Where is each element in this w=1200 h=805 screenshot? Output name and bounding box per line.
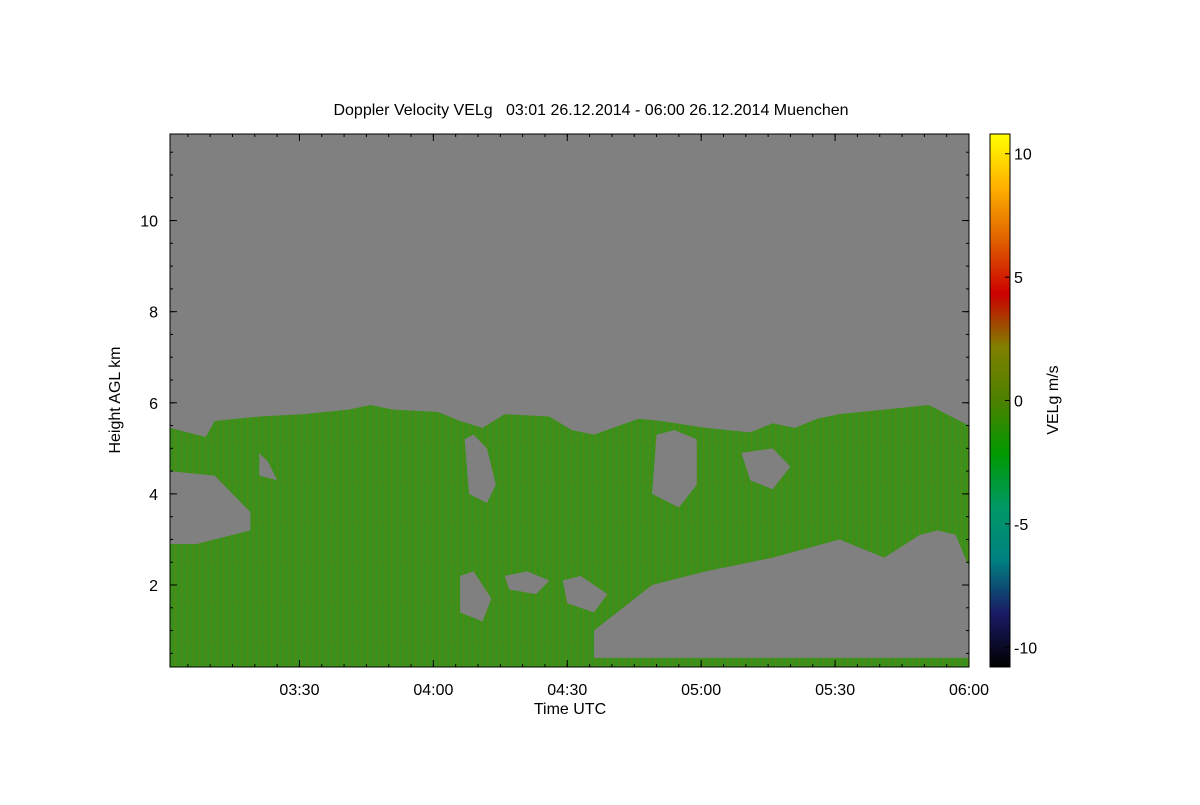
x-tick-label: 04:30	[547, 682, 587, 699]
y-tick-label: 10	[140, 214, 158, 231]
x-axis-label: Time UTC	[534, 701, 606, 718]
colorbar-label: VELg m/s	[1045, 365, 1062, 434]
chart-title: Doppler Velocity VELg 03:01 26.12.2014 -…	[333, 102, 848, 119]
x-tick-label: 06:00	[949, 682, 989, 699]
chart-root: Doppler Velocity VELg 03:01 26.12.2014 -…	[0, 0, 1200, 800]
colorbar-tick-label: -5	[1014, 517, 1028, 534]
x-tick-label: 03:30	[279, 682, 319, 699]
plot-area	[170, 134, 969, 667]
y-tick-label: 8	[149, 305, 158, 322]
y-tick-label: 4	[149, 487, 158, 504]
plot-clip-group	[170, 134, 969, 667]
x-tick-label: 04:00	[413, 682, 453, 699]
y-axis-label: Height AGL km	[107, 346, 124, 453]
colorbar-tick-label: 5	[1014, 270, 1023, 287]
x-tick-label: 05:00	[681, 682, 721, 699]
colorbar-tick-label: 0	[1014, 394, 1023, 411]
y-tick-label: 2	[149, 578, 158, 595]
doppler-velocity-chart: Doppler Velocity VELg 03:01 26.12.2014 -…	[107, 102, 1062, 718]
colorbar: 10 5 0 -5 -10	[989, 133, 1037, 668]
colorbar-tick-label: -10	[1014, 640, 1037, 657]
x-tick-label: 05:30	[815, 682, 855, 699]
y-tick-label: 6	[149, 396, 158, 413]
colorbar-tick-label: 10	[1014, 147, 1032, 164]
